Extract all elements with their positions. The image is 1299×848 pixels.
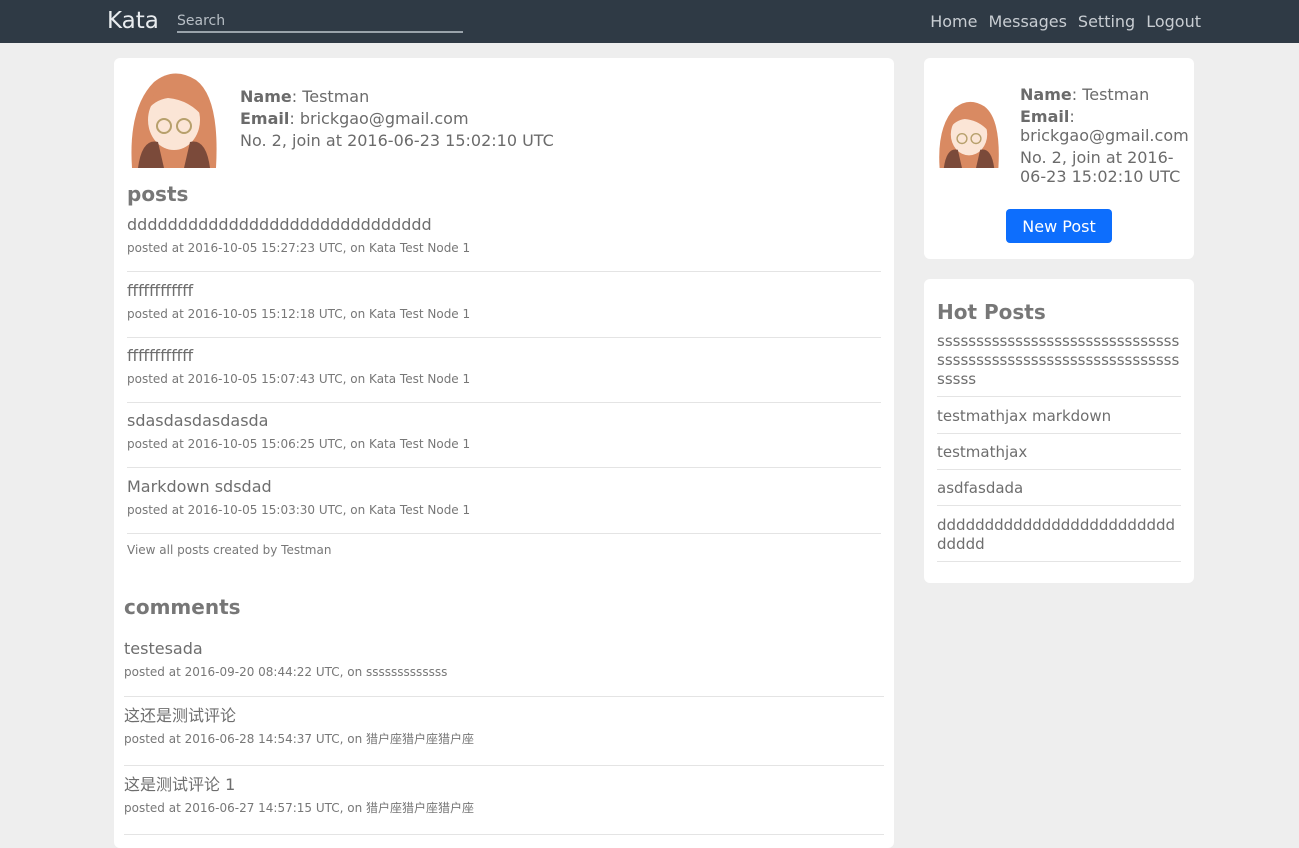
- post-meta: posted at 2016-10-05 15:12:18 UTC, on Ka…: [127, 307, 471, 321]
- top-navbar: Kata Home Messages Setting Logout: [0, 0, 1299, 43]
- comment-text[interactable]: 这还是测试评论: [124, 705, 884, 727]
- email-value: brickgao@gmail.com: [1020, 126, 1189, 145]
- comment-item[interactable]: 这还是测试评论 posted at 2016-06-28 14:54:37 UT…: [124, 705, 884, 766]
- post-meta: posted at 2016-10-05 15:03:30 UTC, on Ka…: [127, 503, 471, 517]
- comment-meta: posted at 2016-09-20 08:44:22 UTC, on ss…: [124, 665, 448, 679]
- post-title[interactable]: sdasdasdasdasda: [127, 410, 881, 432]
- join-info: No. 2, join at 2016-06-23 15:02:10 UTC: [240, 131, 554, 150]
- post-meta: posted at 2016-10-05 15:06:25 UTC, on Ka…: [127, 437, 471, 451]
- comment-text[interactable]: testesada: [124, 638, 884, 660]
- view-all-posts-link[interactable]: View all posts created by Testman: [127, 543, 331, 557]
- search-input[interactable]: [177, 11, 463, 33]
- email-colon: :: [1069, 107, 1075, 126]
- post-title[interactable]: ffffffffffff: [127, 345, 881, 367]
- new-post-button[interactable]: New Post: [1006, 209, 1112, 243]
- hot-post-item[interactable]: asdfasdada: [937, 479, 1181, 506]
- hot-post-item[interactable]: testmathjax markdown: [937, 407, 1181, 434]
- comment-meta: posted at 2016-06-28 14:54:37 UTC, on 猎户…: [124, 732, 475, 746]
- email-label: Email: [1020, 107, 1070, 126]
- nav-setting[interactable]: Setting: [1078, 12, 1135, 31]
- post-item[interactable]: ffffffffffff posted at 2016-10-05 15:12:…: [127, 280, 881, 338]
- name-value: : Testman: [1071, 85, 1150, 104]
- sidebar-profile-card: Name: Testman Email: brickgao@gmail.com …: [924, 58, 1194, 259]
- name-value: : Testman: [291, 87, 370, 106]
- post-item[interactable]: sdasdasdasdasda posted at 2016-10-05 15:…: [127, 410, 881, 468]
- name-label: Name: [1020, 85, 1072, 104]
- post-item[interactable]: ffffffffffff posted at 2016-10-05 15:07:…: [127, 345, 881, 403]
- posts-heading: posts: [127, 182, 189, 206]
- post-title[interactable]: ffffffffffff: [127, 280, 881, 302]
- comment-item[interactable]: testesada posted at 2016-09-20 08:44:22 …: [124, 638, 884, 697]
- main-profile-card: Name: Testman Email: brickgao@gmail.com …: [114, 58, 894, 848]
- avatar: [124, 68, 224, 168]
- name-label: Name: [240, 87, 292, 106]
- avatar: [934, 98, 1004, 168]
- hot-post-item[interactable]: dddddddddddddddddddddddddddddd: [937, 516, 1181, 562]
- join-info: No. 2, join at 2016-06-23 15:02:10 UTC: [1020, 148, 1181, 186]
- hot-post-item[interactable]: ssssssssssssssssssssssssssssssssssssssss…: [937, 332, 1181, 397]
- comments-heading: comments: [124, 595, 241, 619]
- hot-posts-heading: Hot Posts: [937, 300, 1046, 324]
- nav-messages[interactable]: Messages: [988, 12, 1066, 31]
- post-meta: posted at 2016-10-05 15:27:23 UTC, on Ka…: [127, 241, 471, 255]
- post-title[interactable]: Markdown sdsdad: [127, 476, 881, 498]
- profile-info: Name: Testman Email: brickgao@gmail.com …: [240, 86, 554, 152]
- sidebar-profile-info: Name: Testman Email: brickgao@gmail.com …: [1020, 85, 1192, 186]
- post-meta: posted at 2016-10-05 15:07:43 UTC, on Ka…: [127, 372, 471, 386]
- comment-item[interactable]: 这是测试评论 1 posted at 2016-06-27 14:57:15 U…: [124, 774, 884, 835]
- nav-links: Home Messages Setting Logout: [930, 12, 1201, 31]
- post-title[interactable]: dddddddddddddddddddddddddddddd: [127, 214, 881, 236]
- post-item[interactable]: Markdown sdsdad posted at 2016-10-05 15:…: [127, 476, 881, 534]
- brand-logo[interactable]: Kata: [107, 8, 159, 34]
- email-value: : brickgao@gmail.com: [289, 109, 469, 128]
- comment-meta: posted at 2016-06-27 14:57:15 UTC, on 猎户…: [124, 801, 475, 815]
- comment-text[interactable]: 这是测试评论 1: [124, 774, 884, 796]
- email-label: Email: [240, 109, 290, 128]
- nav-home[interactable]: Home: [930, 12, 977, 31]
- hot-posts-card: Hot Posts ssssssssssssssssssssssssssssss…: [924, 279, 1194, 583]
- nav-logout[interactable]: Logout: [1146, 12, 1201, 31]
- hot-post-item[interactable]: testmathjax: [937, 443, 1181, 470]
- post-item[interactable]: dddddddddddddddddddddddddddddd posted at…: [127, 214, 881, 272]
